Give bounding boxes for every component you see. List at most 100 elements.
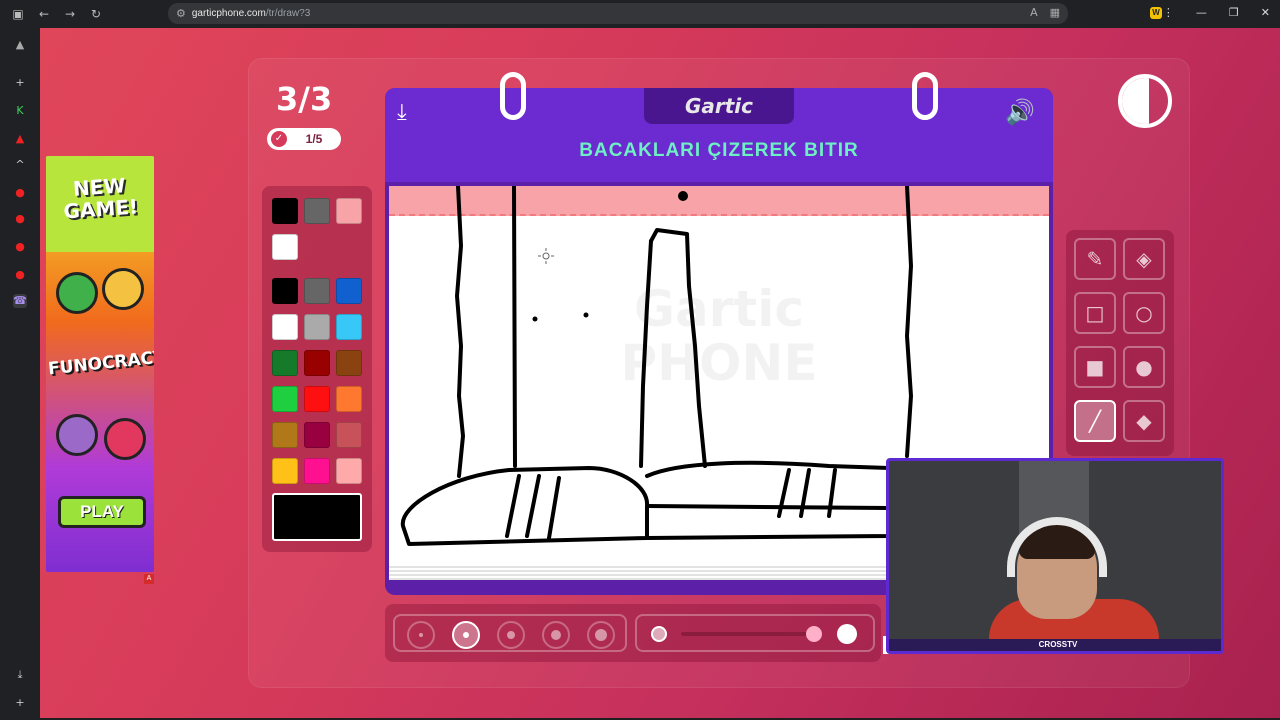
color-swatch[interactable]: [272, 314, 298, 340]
ad-brand: FUNOCRACY: [47, 347, 154, 380]
color-swatch[interactable]: [304, 458, 330, 484]
youtube-music-icon[interactable]: ●: [13, 212, 27, 226]
opacity-slider-track[interactable]: [681, 632, 821, 636]
eraser-icon[interactable]: ◈: [1123, 238, 1165, 280]
opacity-min-icon: [651, 626, 667, 642]
square-fill-icon[interactable]: ■: [1074, 346, 1116, 388]
gartic-tab-icon[interactable]: ☎: [13, 294, 27, 308]
back-icon[interactable]: ←: [36, 7, 52, 21]
color-swatch[interactable]: [336, 422, 362, 448]
players-done-badge: ✓ 1/5: [267, 128, 341, 150]
brush-size-5-button[interactable]: [587, 621, 615, 649]
recent-color-swatch[interactable]: [304, 198, 330, 224]
opacity-max-icon: [837, 624, 857, 644]
color-swatch[interactable]: [336, 458, 362, 484]
brush-size-2-button[interactable]: [452, 621, 480, 649]
ad-bearded-face-icon: [56, 414, 98, 456]
ad-play-button[interactable]: PLAY: [58, 496, 146, 528]
tool-panel: ✎ ◈ □ ○ ■ ● ╱ ◆: [1066, 230, 1174, 456]
opacity-control: [635, 614, 875, 652]
ad-choices-icon[interactable]: A: [144, 574, 154, 584]
opacity-slider-thumb[interactable]: [806, 626, 822, 642]
kick-icon[interactable]: K: [13, 104, 27, 118]
tab-icon[interactable]: ▦: [1050, 6, 1060, 19]
line-icon[interactable]: ╱: [1074, 400, 1116, 442]
brush-size-1-button[interactable]: [407, 621, 435, 649]
extension-icon[interactable]: W: [1150, 7, 1162, 19]
square-outline-icon[interactable]: □: [1074, 292, 1116, 334]
site-info-icon[interactable]: ⚙: [176, 7, 186, 20]
stroke-left-leg-outer: [455, 186, 465, 478]
color-swatch[interactable]: [272, 278, 298, 304]
app-icon[interactable]: ▲: [13, 132, 27, 146]
color-swatch[interactable]: [336, 314, 362, 340]
color-swatch[interactable]: [336, 386, 362, 412]
color-swatch[interactable]: [304, 314, 330, 340]
stroke-left-shoe: [400, 466, 650, 546]
address-bar[interactable]: ⚙ garticphone.com/tr/draw?3 A ▦: [168, 3, 1068, 24]
brush-size-dot: [551, 630, 561, 640]
minimize-icon[interactable]: —: [1196, 6, 1207, 19]
players-done-text: 1/5: [305, 132, 323, 146]
ad-title: NEW GAME!: [62, 173, 139, 224]
recent-color-swatch[interactable]: [272, 198, 298, 224]
browser-toolbar: ▣ ← → ↻ ⚙ garticphone.com/tr/draw?3 A ▦ …: [0, 0, 1280, 28]
forward-icon[interactable]: →: [62, 7, 78, 21]
youtube-icon[interactable]: ●: [13, 186, 27, 200]
maximize-icon[interactable]: ❐: [1229, 6, 1239, 19]
brush-size-dot: [507, 631, 515, 639]
ad-thumbs-up-icon: [56, 272, 98, 314]
arc-icon[interactable]: ^: [13, 158, 27, 172]
pencil-icon[interactable]: ✎: [1074, 238, 1116, 280]
translate-icon[interactable]: A: [1030, 6, 1038, 19]
contrast-toggle-icon[interactable]: [1118, 74, 1172, 128]
color-swatch[interactable]: [272, 458, 298, 484]
add-icon[interactable]: +: [13, 76, 27, 90]
brush-size-dot: [595, 629, 607, 641]
ad-angry-face-icon: [104, 418, 146, 460]
recent-color-swatch[interactable]: [336, 198, 362, 224]
download-icon[interactable]: ⤓: [397, 100, 407, 125]
color-swatch[interactable]: [304, 350, 330, 376]
recent-color-swatch[interactable]: [272, 234, 298, 260]
youtube-icon-3[interactable]: ●: [13, 268, 27, 282]
youtube-icon-2[interactable]: ●: [13, 240, 27, 254]
browser-sidebar: ▲ + K ▲ ^ ● ● ● ● ☎ ⤓ +: [0, 28, 40, 720]
webcam-overlay: CROSSTV: [886, 458, 1224, 654]
color-swatch[interactable]: [304, 422, 330, 448]
drawing-prompt: BACAKLARI ÇIZEREK BITIR: [579, 140, 859, 161]
sidebar-toggle-icon[interactable]: ▣: [10, 7, 26, 21]
color-swatch[interactable]: [304, 278, 330, 304]
color-swatch[interactable]: [272, 422, 298, 448]
stroke-far-right-line: [905, 186, 913, 458]
brush-size-3-button[interactable]: [497, 621, 525, 649]
reload-icon[interactable]: ↻: [88, 7, 104, 21]
color-swatch[interactable]: [336, 350, 362, 376]
circle-outline-icon[interactable]: ○: [1123, 292, 1165, 334]
stroke-right-sole: [645, 504, 891, 510]
brush-size-dot: [463, 632, 469, 638]
bell-icon[interactable]: ▲: [13, 38, 27, 52]
stroke-right-leg-right: [649, 228, 707, 468]
brush-size-group: [393, 614, 627, 652]
brush-size-4-button[interactable]: [542, 621, 570, 649]
webcam-name: CROSSTV: [1038, 640, 1078, 649]
color-swatch[interactable]: [336, 278, 362, 304]
add-bottom-icon[interactable]: +: [13, 696, 27, 710]
color-swatch[interactable]: [304, 386, 330, 412]
ad-banner[interactable]: NEW GAME! FUNOCRACY PLAY: [46, 156, 154, 572]
check-icon: ✓: [271, 131, 287, 147]
game-viewport: NEW GAME! FUNOCRACY PLAY A 3/3 ✓ 1/5 Gar…: [40, 28, 1280, 718]
more-menu-icon[interactable]: ⋮: [1163, 6, 1174, 19]
color-swatch[interactable]: [272, 386, 298, 412]
stroke-left-leg-inner: [512, 186, 517, 468]
close-icon[interactable]: ✕: [1261, 6, 1270, 19]
stroke-dot-1: [532, 316, 538, 322]
bucket-icon[interactable]: ◆: [1123, 400, 1165, 442]
url-path: /tr/draw?3: [265, 8, 311, 19]
color-swatch[interactable]: [272, 350, 298, 376]
download-sidebar-icon[interactable]: ⤓: [13, 668, 27, 682]
stroke-right-shoe: [645, 460, 891, 540]
sound-icon[interactable]: 🔊: [1005, 98, 1035, 126]
circle-fill-icon[interactable]: ●: [1123, 346, 1165, 388]
